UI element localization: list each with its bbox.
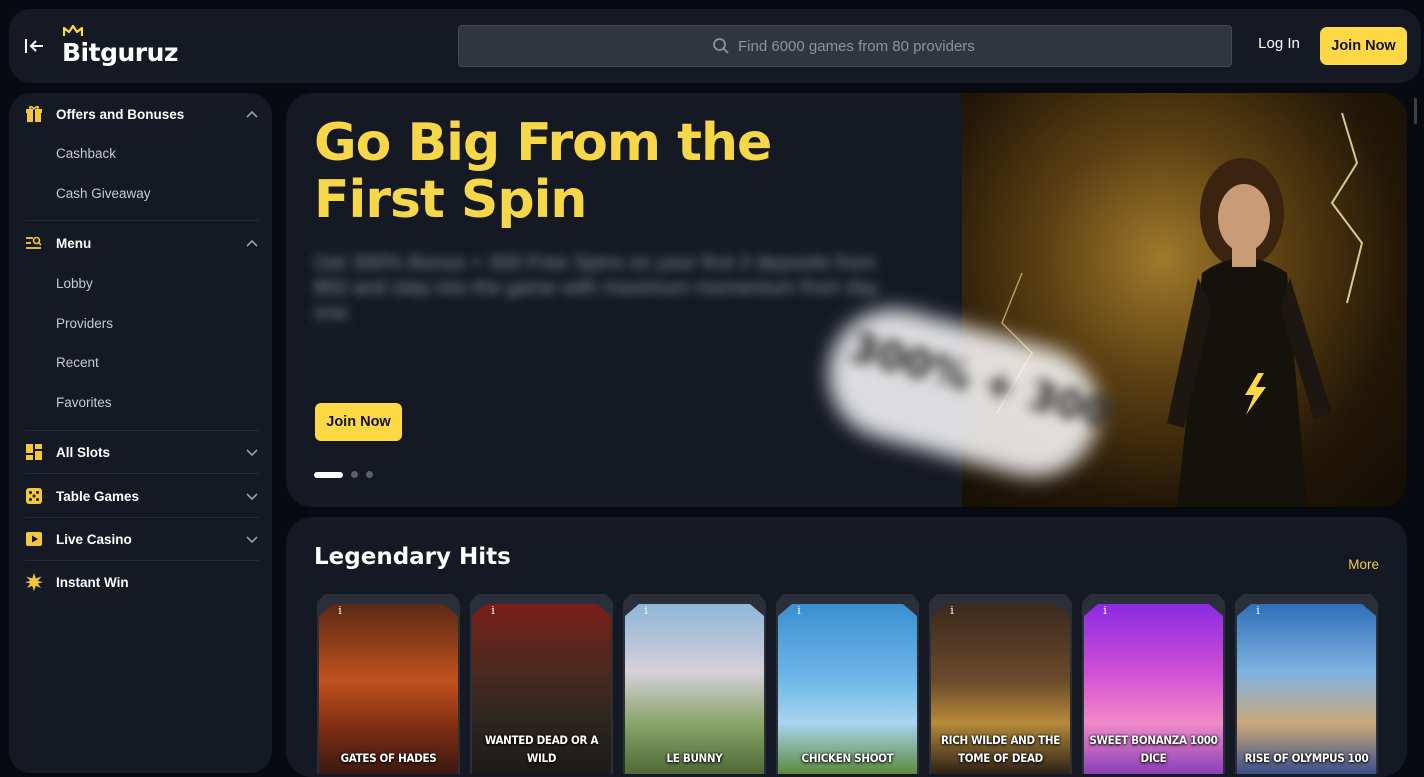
info-icon[interactable]: i — [333, 604, 347, 618]
info-icon[interactable]: i — [639, 604, 653, 618]
sidebar-table-games-label: Table Games — [56, 488, 140, 504]
top-bar: Bitguruz Log In Join Now — [9, 9, 1421, 83]
sidebar-item-table-games[interactable]: Table Games — [25, 485, 259, 507]
game-title: CHICKEN SHOOT — [801, 751, 894, 765]
gift-icon — [25, 105, 43, 123]
info-icon[interactable]: i — [486, 604, 500, 618]
sidebar-item-cash-giveaway[interactable]: Cash Giveaway — [56, 186, 151, 201]
hero-banner[interactable]: Go Big From the First Spin Get 300% Bonu… — [286, 93, 1407, 507]
carousel-dots — [314, 471, 381, 478]
info-icon[interactable]: i — [1098, 604, 1112, 618]
game-card-wanted-dead-or-a-wild[interactable]: i WANTED DEAD OR A WILD — [470, 594, 613, 774]
game-title: LE BUNNY — [666, 751, 723, 765]
menu-icon — [25, 234, 43, 252]
logo-text: Bitguruz — [62, 38, 178, 67]
dice-icon — [25, 487, 43, 505]
chevron-up-icon[interactable] — [245, 236, 259, 250]
collapse-sidebar-icon[interactable] — [23, 35, 47, 57]
sidebar-item-providers[interactable]: Providers — [56, 316, 113, 331]
sidebar: Offers and Bonuses Cashback Cash Giveawa… — [9, 93, 272, 773]
game-title: WANTED DEAD OR A WILD — [484, 733, 599, 765]
sidebar-item-favorites[interactable]: Favorites — [56, 395, 112, 410]
game-card-gates-of-hades[interactable]: i GATES OF HADES — [317, 594, 460, 774]
more-link[interactable]: More — [1348, 557, 1379, 572]
game-card-sweet-bonanza-1000-dice[interactable]: i SWEET BONANZA 1000 DICE — [1082, 594, 1225, 774]
sidebar-item-cashback[interactable]: Cashback — [56, 146, 116, 161]
join-now-button[interactable]: Join Now — [1320, 27, 1407, 65]
sidebar-divider — [25, 430, 259, 431]
carousel-dot-2[interactable] — [351, 471, 358, 478]
crown-icon — [63, 25, 83, 36]
sidebar-item-live-casino[interactable]: Live Casino — [25, 528, 259, 550]
grid-icon — [25, 443, 43, 461]
chevron-down-icon[interactable] — [245, 445, 259, 459]
hero-join-now-button[interactable]: Join Now — [315, 403, 402, 441]
sidebar-item-instant-win[interactable]: Instant Win — [25, 571, 259, 593]
search-icon — [713, 38, 729, 54]
sidebar-divider — [25, 517, 259, 518]
carousel-dot-3[interactable] — [366, 471, 373, 478]
sidebar-item-lobby[interactable]: Lobby — [56, 276, 93, 291]
bitguruz-logo[interactable]: Bitguruz — [59, 25, 189, 69]
play-icon — [25, 530, 43, 548]
game-title: RISE OF OLYMPUS 100 — [1244, 751, 1369, 765]
chevron-down-icon[interactable] — [245, 489, 259, 503]
sidebar-instant-win-label: Instant Win — [56, 574, 129, 590]
chevron-down-icon[interactable] — [245, 532, 259, 546]
login-button[interactable]: Log In — [1245, 35, 1313, 52]
sidebar-menu-label: Menu — [56, 235, 92, 251]
section-title: Legendary Hits — [314, 544, 511, 570]
carousel-dot-1[interactable] — [314, 471, 343, 478]
game-card-le-bunny[interactable]: i LE BUNNY — [623, 594, 766, 774]
burst-icon — [25, 573, 43, 591]
sidebar-divider — [25, 560, 259, 561]
info-icon[interactable]: i — [792, 604, 806, 618]
hero-description: Get 300% Bonus + 300 Free Spins on your … — [314, 252, 879, 324]
game-title: SWEET BONANZA 1000 DICE — [1089, 733, 1218, 765]
sidebar-menu-header[interactable]: Menu — [25, 232, 259, 254]
game-title: RICH WILDE AND THE TOME OF DEAD — [940, 733, 1061, 765]
legendary-hits-section: Legendary Hits More i GATES OF HADES i W… — [286, 517, 1407, 777]
sidebar-item-recent[interactable]: Recent — [56, 355, 99, 370]
sidebar-offers-label: Offers and Bonuses — [56, 106, 185, 122]
game-card-rich-wilde[interactable]: i RICH WILDE AND THE TOME OF DEAD — [929, 594, 1072, 774]
sidebar-item-all-slots[interactable]: All Slots — [25, 441, 259, 463]
chevron-up-icon[interactable] — [245, 107, 259, 121]
sidebar-offers-header[interactable]: Offers and Bonuses — [25, 103, 259, 125]
sidebar-all-slots-label: All Slots — [56, 444, 111, 460]
search-input[interactable] — [738, 37, 978, 55]
search-bar[interactable] — [458, 25, 1232, 67]
game-card-rise-of-olympus-100[interactable]: i RISE OF OLYMPUS 100 — [1235, 594, 1378, 774]
sidebar-divider — [25, 473, 259, 474]
game-card-chicken-shoot[interactable]: i CHICKEN SHOOT — [776, 594, 919, 774]
info-icon[interactable]: i — [1251, 604, 1265, 618]
info-icon[interactable]: i — [945, 604, 959, 618]
game-title: GATES OF HADES — [340, 751, 437, 765]
sidebar-divider — [25, 220, 259, 221]
page-scrollbar[interactable] — [1414, 98, 1417, 124]
sidebar-live-casino-label: Live Casino — [56, 531, 132, 547]
hero-title: Go Big From the First Spin — [314, 113, 772, 230]
